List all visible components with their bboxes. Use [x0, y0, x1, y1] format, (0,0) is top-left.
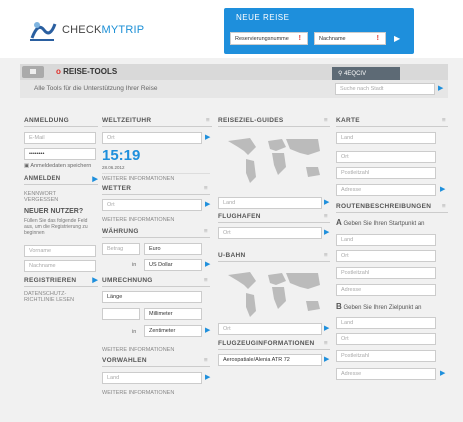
new-user-text: Füllen Sie das folgende Feld aus, um die… [24, 218, 88, 236]
guides-column: REISEZIEL-GUIDES ≡ Land ▶ FLUGHAFEN ≡ Ort … [218, 117, 330, 417]
map-column: KARTE ≡ Land Ort Postleitzahl Adresse ▶ R… [336, 117, 448, 417]
directions-header: ROUTENBESCHREIBUNGEN ≡ [336, 203, 448, 213]
start-address-input[interactable]: Adresse [336, 284, 436, 296]
weather-header: WETTER ≡ [102, 185, 210, 195]
unit-from-select[interactable]: Millimeter [144, 308, 202, 320]
login-column: ANMELDUNG E-Mail •••••••• ▣ Anmeldedaten… [24, 117, 98, 417]
login-button[interactable]: ANMELDEN ▶ [24, 176, 98, 185]
start-country-input[interactable]: Land [336, 234, 436, 246]
unit-type-select[interactable]: Länge [102, 291, 202, 303]
currency-header: WÄHRUNG ≡ [102, 228, 210, 238]
clock-time: 15:19 [102, 147, 141, 164]
conversion-header: UMRECHNUNG ≡ [102, 277, 210, 287]
weather-more-link[interactable]: WEITERE INFORMATIONEN [102, 217, 210, 223]
last-name-field[interactable]: Nachname! [314, 32, 386, 45]
aircraft-select[interactable]: Aerospatiale/Alenia ATR 72 [218, 354, 322, 366]
first-name-field[interactable]: Vorname [24, 245, 96, 257]
clock-more-link[interactable]: WEITERE INFORMATIONEN [102, 173, 210, 182]
unit-to-select[interactable]: Zentimeter [144, 325, 202, 337]
subtitle: Alle Tools für die Unterstützung Ihrer R… [34, 85, 158, 92]
start-city-input[interactable]: Ort [336, 250, 436, 262]
currency-to-select[interactable]: US Dollar [144, 259, 202, 271]
last-name-input[interactable]: Nachname [24, 260, 96, 272]
subway-map-icon [228, 272, 320, 317]
tools-bar: REISE-TOOLS ⚲ 4EQCIV [20, 64, 448, 80]
weather-city-input[interactable]: Ort [102, 199, 202, 211]
guides-arrow-icon[interactable]: ▶ [324, 198, 329, 206]
world-map-icon [228, 138, 320, 183]
unit-arrow-icon[interactable]: ▶ [205, 326, 210, 334]
aircraft-arrow-icon[interactable]: ▶ [324, 355, 329, 363]
map-country-input[interactable]: Land [336, 132, 436, 144]
dialcode-country-input[interactable]: Land [102, 372, 202, 384]
new-user-heading: NEUER NUTZER? [24, 208, 84, 215]
logo[interactable]: CHECKMYTRIP [28, 18, 144, 42]
end-city-input[interactable]: Ort [336, 333, 436, 345]
remember-checkbox[interactable]: ▣ Anmeldedaten speichern [24, 163, 91, 169]
guides-country-input[interactable]: Land [218, 197, 322, 209]
map-zip-input[interactable]: Postleitzahl [336, 167, 436, 179]
dialcodes-header: VORWAHLEN ≡ [102, 357, 210, 367]
forgot-password-link[interactable]: KENNWORT VERGESSEN [24, 191, 84, 203]
email-field[interactable]: E-Mail [24, 132, 96, 144]
clock-arrow-icon[interactable]: ▶ [205, 133, 210, 141]
page: CHECKMYTRIP NEUE REISE Reservierungsnumm… [0, 0, 463, 422]
header: CHECKMYTRIP NEUE REISE Reservierungsnumm… [0, 0, 463, 58]
dialcode-more-link[interactable]: WEITERE INFORMATIONEN [102, 390, 210, 396]
end-address-input[interactable]: Adresse [336, 368, 436, 380]
aircraft-header: FLUGZEUGINFORMATIONEN ≡ [218, 340, 330, 350]
required-icon: ! [298, 35, 301, 42]
directions-arrow-icon[interactable]: ▶ [440, 369, 445, 377]
clock-date: 28.06.2012 [102, 165, 125, 170]
conversion-more-link[interactable]: WEITERE INFORMATIONEN [102, 347, 210, 353]
clock-city-input[interactable]: Ort [102, 132, 202, 144]
required-icon: ! [376, 35, 379, 42]
new-trip-panel: NEUE REISE Reservierungsnumme! Nachname!… [224, 8, 414, 54]
map-city-input[interactable]: Ort [336, 151, 436, 163]
map-address-input[interactable]: Adresse [336, 184, 436, 196]
new-trip-title: NEUE REISE [236, 13, 290, 22]
tools-column: WELTZEITUHR ≡ Ort ▶ 15:19 28.06.2012 WEIT… [102, 117, 212, 417]
reservation-number-field[interactable]: Reservierungsnumme! [230, 32, 308, 45]
unit-amount-input[interactable] [102, 308, 140, 320]
map-header: KARTE ≡ [336, 117, 448, 127]
currency-arrow-icon[interactable]: ▶ [205, 260, 210, 268]
home-icon[interactable] [22, 66, 44, 78]
weather-arrow-icon[interactable]: ▶ [205, 200, 210, 208]
currency-in-label: in [132, 262, 137, 268]
airport-city-input[interactable]: Ort [218, 227, 322, 239]
search-arrow-icon[interactable]: ▶ [438, 84, 443, 92]
sub-bar: Alle Tools für die Unterstützung Ihrer R… [20, 80, 448, 98]
subway-arrow-icon[interactable]: ▶ [324, 324, 329, 332]
world-clock-header: WELTZEITUHR ≡ [102, 117, 212, 127]
password-field[interactable]: •••••••• [24, 148, 96, 160]
submit-arrow-icon[interactable]: ▶ [394, 34, 400, 43]
start-label: A Geben Sie Ihren Startpunkt an [336, 218, 425, 227]
logo-text: CHECKMYTRIP [62, 24, 145, 36]
privacy-link[interactable]: DATENSCHUTZ-RICHTLINIE LESEN [24, 291, 84, 303]
dialcode-arrow-icon[interactable]: ▶ [205, 373, 210, 381]
register-button[interactable]: REGISTRIEREN ▶ [24, 277, 98, 287]
guides-header: REISEZIEL-GUIDES ≡ [218, 117, 330, 127]
end-country-input[interactable]: Land [336, 317, 436, 329]
end-label: B Geben Sie Ihren Zielpunkt an [336, 302, 422, 311]
unit-in-label: in [132, 329, 137, 335]
amount-input[interactable]: Betrag [102, 243, 140, 255]
logo-icon [30, 22, 57, 41]
map-arrow-icon[interactable]: ▶ [440, 185, 445, 193]
subway-city-input[interactable]: Ort [218, 323, 322, 335]
city-search-input[interactable]: Suche nach Stadt [335, 83, 435, 95]
airport-header: FLUGHAFEN ≡ [218, 213, 330, 223]
end-zip-input[interactable]: Postleitzahl [336, 350, 436, 362]
location-badge[interactable]: ⚲ 4EQCIV [332, 67, 400, 80]
page-title: REISE-TOOLS [56, 67, 117, 76]
subway-header: U-BAHN ≡ [218, 252, 330, 262]
start-zip-input[interactable]: Postleitzahl [336, 267, 436, 279]
airport-arrow-icon[interactable]: ▶ [324, 228, 329, 236]
login-header: ANMELDUNG [24, 117, 98, 127]
currency-from-select[interactable]: Euro [144, 243, 202, 255]
